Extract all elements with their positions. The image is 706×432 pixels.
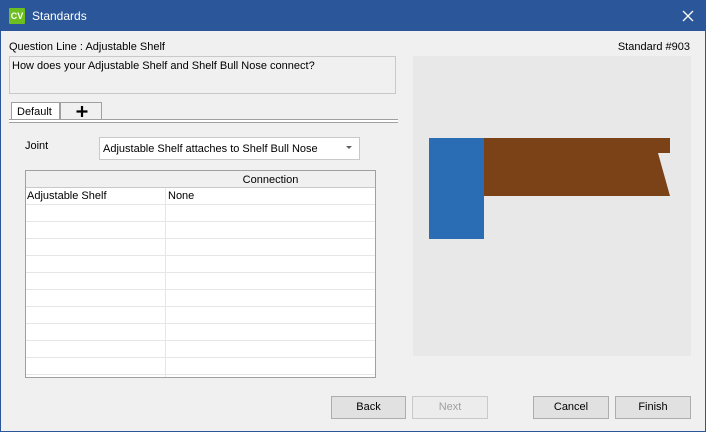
joint-selected-value: Adjustable Shelf attaches to Shelf Bull … <box>103 143 318 155</box>
title-bar: CV Standards <box>1 1 705 31</box>
joint-preview <box>413 56 691 356</box>
standard-number: Standard #903 <box>617 41 690 53</box>
joint-diagram <box>429 138 670 239</box>
part-cell: Adjustable Shelf <box>27 190 107 202</box>
window-title: Standards <box>32 9 87 23</box>
table-row <box>26 256 375 273</box>
tab-default[interactable]: Default <box>11 102 60 120</box>
connection-cell[interactable]: None <box>168 190 194 202</box>
table-row <box>26 290 375 307</box>
joint-dropdown[interactable]: Adjustable Shelf attaches to Shelf Bull … <box>99 137 360 160</box>
connection-grid: Connection Adjustable Shelf None <box>25 170 376 378</box>
grid-header: Connection <box>26 171 375 188</box>
question-text: How does your Adjustable Shelf and Shelf… <box>9 56 396 94</box>
cancel-button[interactable]: Cancel <box>533 396 609 419</box>
table-row[interactable]: Adjustable Shelf None <box>26 188 375 205</box>
table-row <box>26 324 375 341</box>
question-line-label: Question Line : Adjustable Shelf <box>9 41 165 53</box>
table-row <box>26 239 375 256</box>
table-row <box>26 222 375 239</box>
table-row <box>26 358 375 375</box>
table-row <box>26 307 375 324</box>
shelf-shape <box>484 138 670 196</box>
finish-button[interactable]: Finish <box>615 396 691 419</box>
close-button[interactable] <box>675 4 701 28</box>
chevron-down-icon <box>346 146 352 149</box>
add-tab-button[interactable] <box>60 102 102 120</box>
next-button[interactable]: Next <box>412 396 488 419</box>
joint-label: Joint <box>25 140 49 152</box>
close-icon <box>682 10 694 22</box>
tab-panel-border <box>9 119 398 123</box>
table-row <box>26 273 375 290</box>
column-header-connection: Connection <box>242 174 299 186</box>
table-row <box>26 205 375 222</box>
back-button[interactable]: Back <box>331 396 406 419</box>
table-row <box>26 341 375 358</box>
app-logo-icon: CV <box>9 8 25 24</box>
standards-dialog: CV Standards Question Line : Adjustable … <box>0 0 706 432</box>
post-shape <box>429 138 484 239</box>
